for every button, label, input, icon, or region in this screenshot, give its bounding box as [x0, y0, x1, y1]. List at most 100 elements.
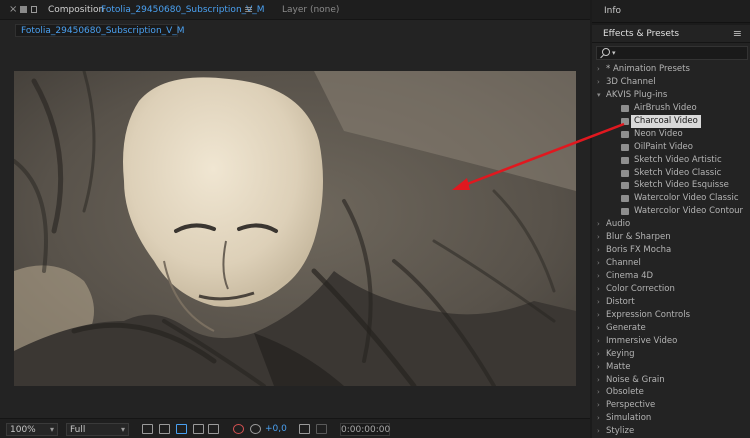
- chevron-right-icon[interactable]: ›: [597, 425, 600, 438]
- charcoal-preview-image: [14, 71, 576, 386]
- color-channels-icon[interactable]: [233, 424, 244, 434]
- effect-category[interactable]: › Expression Controls: [592, 309, 750, 322]
- camera-snapshot-icon[interactable]: [299, 424, 310, 434]
- effect-category[interactable]: › Generate: [592, 322, 750, 335]
- effect-category[interactable]: › Distort: [592, 296, 750, 309]
- chevron-right-icon[interactable]: ›: [597, 412, 600, 425]
- chevron-right-icon[interactable]: ›: [597, 322, 600, 335]
- zoom-value: 100%: [10, 425, 36, 435]
- resolution-dropdown[interactable]: Full ▾: [66, 423, 129, 436]
- effect-item[interactable]: Watercolor Video Classic: [592, 192, 750, 205]
- effect-item[interactable]: Charcoal Video: [592, 114, 750, 128]
- effect-label: Noise & Grain: [606, 374, 665, 385]
- effects-search-input[interactable]: ▾: [596, 46, 748, 60]
- effect-plugin-icon: [621, 169, 629, 177]
- chevron-right-icon[interactable]: ›: [597, 335, 600, 348]
- chevron-right-icon[interactable]: ›: [597, 231, 600, 244]
- effect-category[interactable]: › Perspective: [592, 399, 750, 412]
- hamburger-menu-icon[interactable]: ≡: [244, 0, 253, 20]
- timecode-field[interactable]: 0:00:00:00: [340, 423, 390, 436]
- composition-name-link[interactable]: Fotolia_29450680_Subscription_V_M: [101, 0, 265, 20]
- chevron-right-icon[interactable]: ›: [597, 348, 600, 361]
- composition-viewer[interactable]: [14, 71, 576, 386]
- composition-tab[interactable]: Fotolia_29450680_Subscription_V_M: [15, 24, 185, 37]
- composition-footer-toolbar: 100% ▾ Full ▾ +0,0 0:00:00:00: [0, 418, 590, 438]
- effect-plugin-icon: [621, 208, 629, 216]
- region-of-interest-icon[interactable]: [176, 424, 187, 434]
- effect-label: Keying: [606, 348, 635, 359]
- chevron-right-icon[interactable]: ›: [597, 399, 600, 412]
- effect-label: Expression Controls: [606, 309, 690, 320]
- effect-category[interactable]: › Stylize: [592, 425, 750, 438]
- chevron-right-icon[interactable]: ›: [597, 386, 600, 399]
- effect-category[interactable]: › Blur & Sharpen: [592, 231, 750, 244]
- effect-category[interactable]: › Simulation: [592, 412, 750, 425]
- effect-category[interactable]: › Cinema 4D: [592, 270, 750, 283]
- effect-label: OilPaint Video: [634, 141, 693, 152]
- effect-plugin-icon: [621, 182, 629, 190]
- effect-category[interactable]: › * Animation Presets: [592, 63, 750, 76]
- effect-item[interactable]: Neon Video: [592, 128, 750, 141]
- effect-category[interactable]: › Boris FX Mocha: [592, 244, 750, 257]
- chevron-right-icon[interactable]: ›: [597, 257, 600, 270]
- composition-tab-bar: Fotolia_29450680_Subscription_V_M: [0, 20, 590, 40]
- effect-category[interactable]: › Noise & Grain: [592, 374, 750, 387]
- effect-label: Neon Video: [634, 128, 683, 139]
- effect-item[interactable]: Sketch Video Artistic: [592, 154, 750, 167]
- chevron-right-icon[interactable]: ›: [597, 309, 600, 322]
- effect-item[interactable]: Sketch Video Esquisse: [592, 179, 750, 192]
- effect-category[interactable]: › Keying: [592, 348, 750, 361]
- effect-label: Channel: [606, 258, 641, 269]
- search-icon[interactable]: [602, 48, 610, 56]
- fast-preview-icon[interactable]: [142, 424, 153, 434]
- show-snapshot-icon[interactable]: [316, 424, 327, 434]
- effect-label: Matte: [606, 361, 631, 372]
- hamburger-menu-icon[interactable]: ≡: [733, 25, 742, 43]
- composition-icon: [31, 6, 37, 13]
- zoom-dropdown[interactable]: 100% ▾: [6, 423, 58, 436]
- effect-item[interactable]: Watercolor Video Contour: [592, 205, 750, 218]
- chevron-right-icon[interactable]: ›: [597, 76, 600, 89]
- chevron-right-icon[interactable]: ›: [597, 244, 600, 257]
- chevron-right-icon[interactable]: ›: [597, 374, 600, 387]
- effect-category[interactable]: › Matte: [592, 361, 750, 374]
- effect-category[interactable]: › Immersive Video: [592, 335, 750, 348]
- chevron-right-icon[interactable]: ›: [597, 361, 600, 374]
- effect-item[interactable]: AirBrush Video: [592, 102, 750, 115]
- exposure-reset-icon[interactable]: [250, 424, 261, 434]
- layer-panel-tab[interactable]: Layer (none): [282, 0, 339, 20]
- chevron-right-icon[interactable]: ›: [597, 296, 600, 309]
- effects-tree: › * Animation Presets › 3D Channel ▾ AKVIS Pl…: [592, 63, 750, 438]
- effect-label: Boris FX Mocha: [606, 245, 672, 256]
- mask-visibility-icon[interactable]: [193, 424, 204, 434]
- effect-category[interactable]: › Obsolete: [592, 386, 750, 399]
- transparency-grid-icon[interactable]: [159, 424, 170, 434]
- effect-plugin-icon: [621, 156, 629, 164]
- effect-category[interactable]: › Audio: [592, 218, 750, 231]
- effect-category[interactable]: ▾ AKVIS Plug-ins: [592, 89, 750, 102]
- close-icon[interactable]: ×: [9, 0, 17, 20]
- composition-panel: × Composition Fotolia_29450680_Subscript…: [0, 0, 590, 438]
- exposure-value[interactable]: +0,0: [265, 419, 287, 438]
- effect-item[interactable]: OilPaint Video: [592, 141, 750, 154]
- info-panel-title[interactable]: Info: [604, 0, 621, 22]
- effect-category[interactable]: › Channel: [592, 257, 750, 270]
- guides-icon[interactable]: [208, 424, 219, 434]
- effect-category[interactable]: › 3D Channel: [592, 76, 750, 89]
- info-panel: Info: [592, 0, 750, 23]
- resolution-value: Full: [70, 425, 86, 435]
- search-options-chevron-icon[interactable]: ▾: [612, 47, 616, 59]
- lock-icon[interactable]: [20, 6, 27, 13]
- chevron-right-icon[interactable]: ›: [597, 218, 600, 231]
- effects-panel-title[interactable]: Effects & Presets: [603, 25, 679, 43]
- chevron-right-icon[interactable]: ›: [597, 270, 600, 283]
- effect-category[interactable]: › Color Correction: [592, 283, 750, 296]
- effect-label: Audio: [606, 219, 631, 230]
- chevron-down-icon[interactable]: ▾: [597, 89, 601, 102]
- chevron-right-icon[interactable]: ›: [597, 63, 600, 76]
- effect-label: AirBrush Video: [634, 102, 697, 113]
- chevron-right-icon[interactable]: ›: [597, 283, 600, 296]
- effect-item[interactable]: Sketch Video Classic: [592, 167, 750, 180]
- effect-label: Color Correction: [606, 283, 675, 294]
- effect-label: AKVIS Plug-ins: [606, 89, 668, 100]
